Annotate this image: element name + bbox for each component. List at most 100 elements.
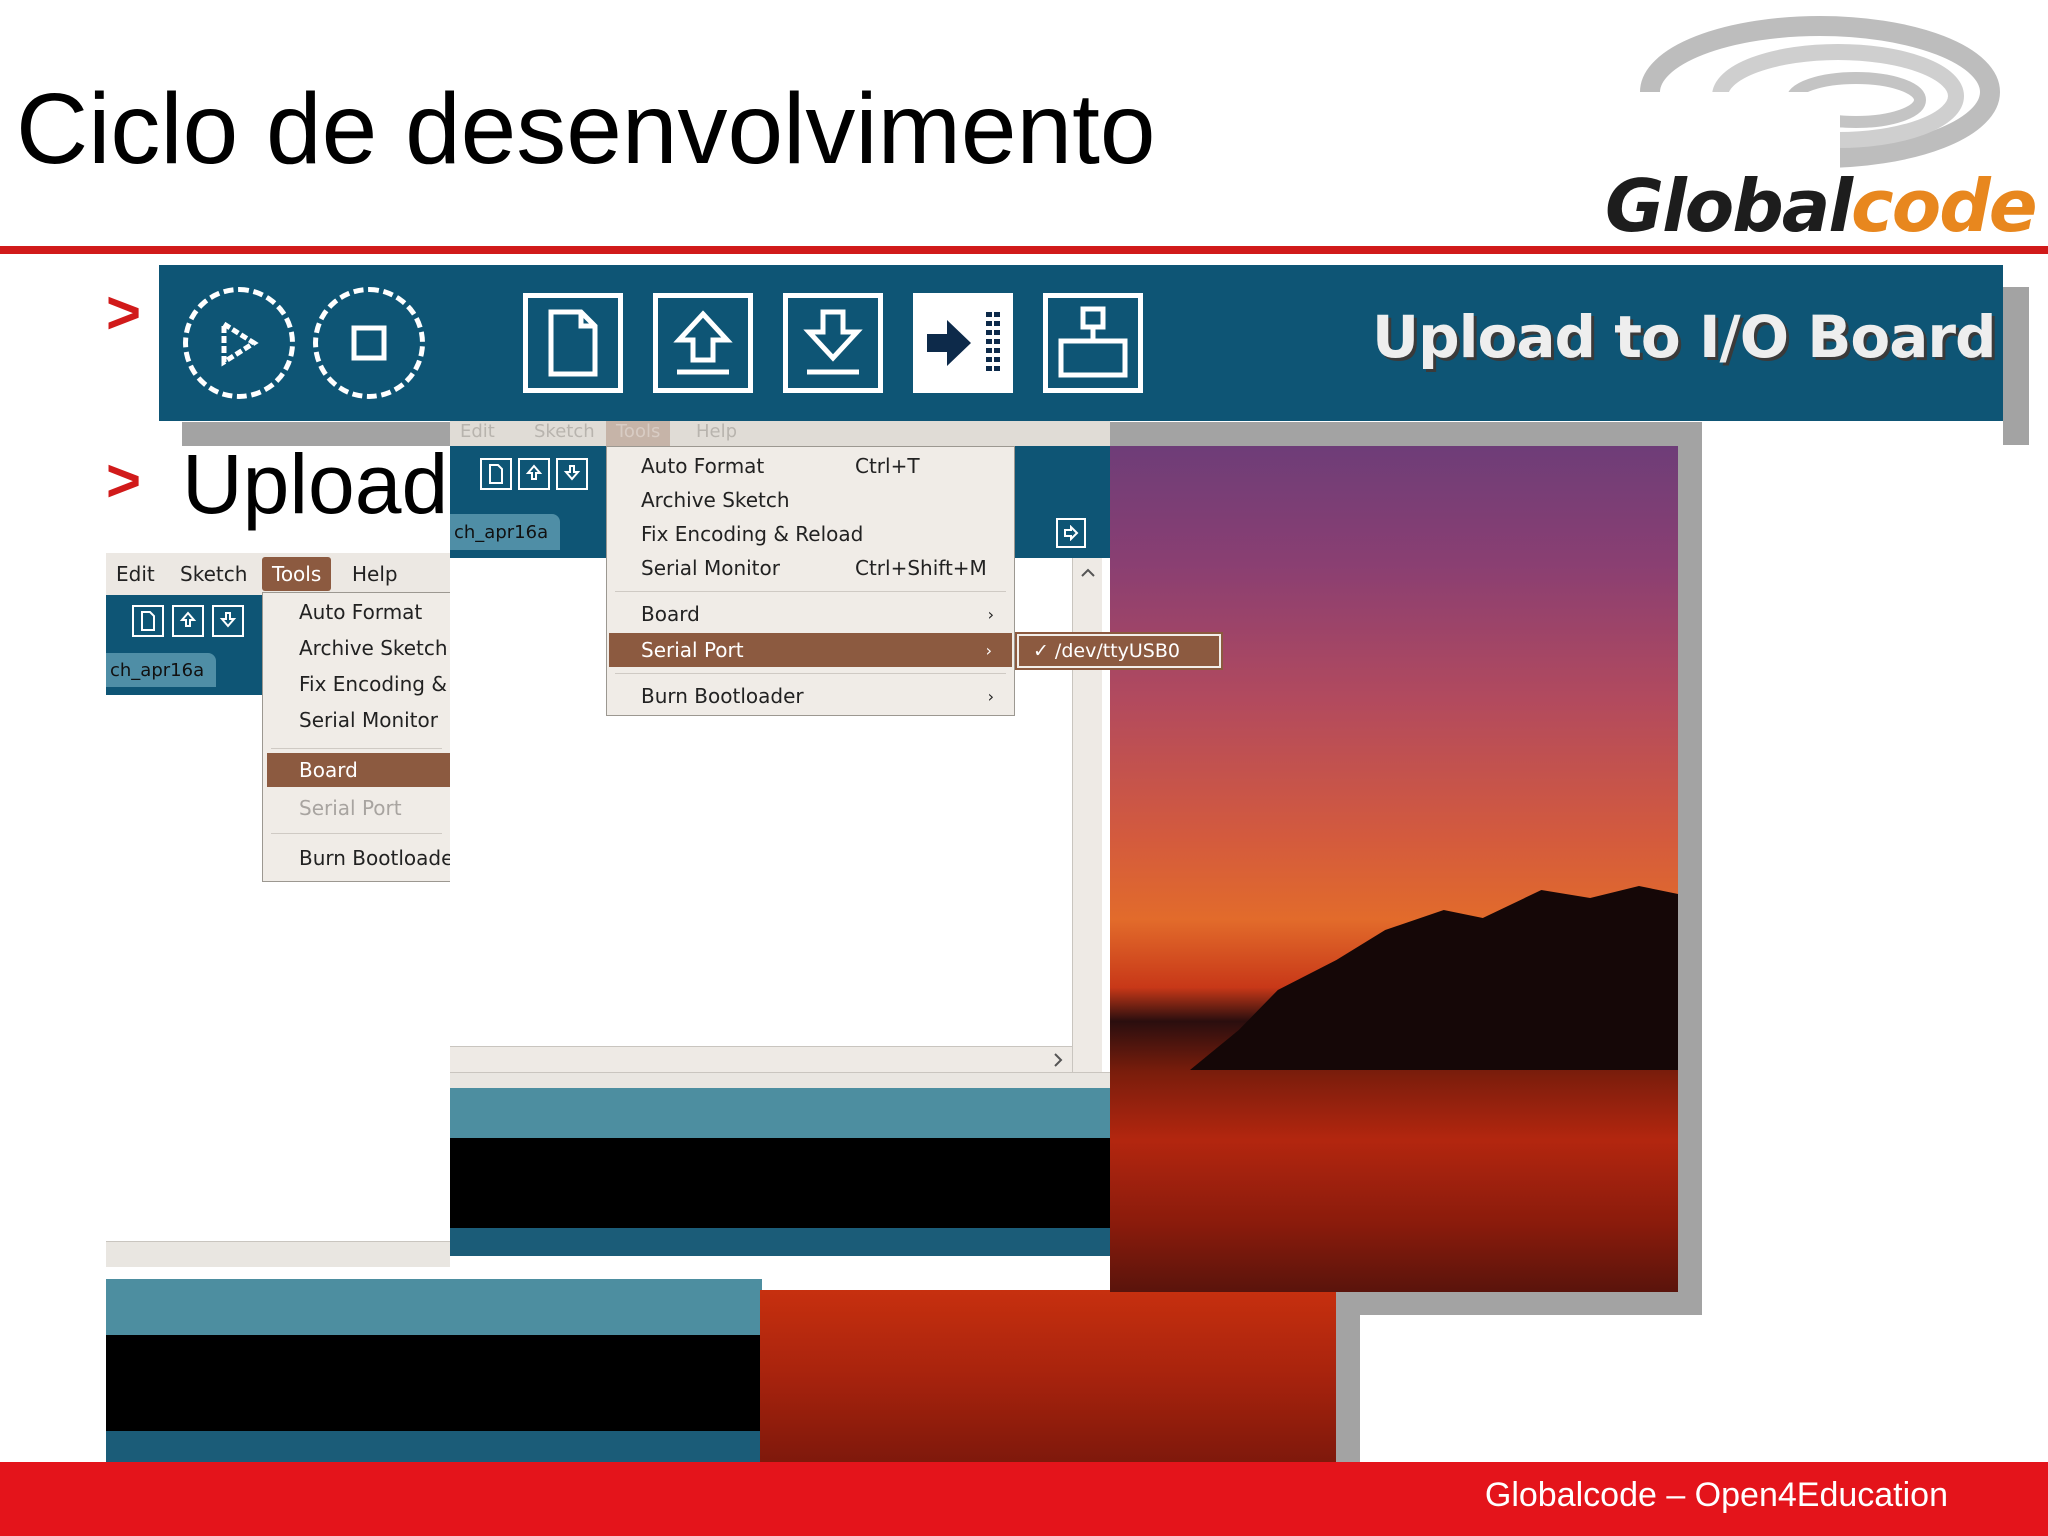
back-menu-item-archive-sketch[interactable]: Archive Sketch bbox=[263, 631, 450, 665]
front-divider[interactable] bbox=[450, 1072, 1110, 1088]
menu-separator bbox=[615, 591, 1006, 592]
back-sketch-tab[interactable]: ch_apr16a bbox=[106, 653, 216, 687]
menu-separator bbox=[615, 673, 1006, 674]
menu-item-label: Auto Format bbox=[299, 600, 423, 624]
back-menu-tools[interactable]: Tools bbox=[262, 557, 332, 591]
back-status-area bbox=[450, 1279, 762, 1335]
banner-shadow bbox=[2003, 287, 2029, 445]
submenu-arrow-icon: › bbox=[985, 640, 992, 660]
save-icon bbox=[219, 612, 237, 628]
tab-menu-button[interactable] bbox=[1056, 518, 1086, 548]
back-save-button[interactable] bbox=[212, 605, 244, 637]
menu-item-label: Auto Format bbox=[641, 454, 765, 478]
menu-separator bbox=[271, 833, 442, 834]
menu-item-label: Serial Monitor bbox=[299, 708, 438, 732]
back-toolbar: ch_apr16a bbox=[106, 595, 262, 695]
front-tools-menu: Auto Format Ctrl+T Archive Sketch Fix En… bbox=[606, 446, 1015, 716]
open-button[interactable] bbox=[653, 293, 753, 393]
tab-arrow-icon bbox=[1064, 525, 1079, 541]
verify-button[interactable] bbox=[183, 287, 295, 399]
menu-item-fix-encoding[interactable]: Fix Encoding & Reload bbox=[607, 517, 1014, 551]
menu-item-auto-format[interactable]: Auto Format Ctrl+T bbox=[607, 449, 1014, 483]
check-icon: ✓ bbox=[1033, 640, 1049, 662]
back-menu-item-fix-encoding[interactable]: Fix Encoding & F bbox=[263, 667, 465, 701]
menu-item-label: Fix Encoding & F bbox=[299, 672, 465, 696]
front-new-button[interactable] bbox=[480, 458, 512, 490]
zoomed-toolbar: Upload to I/O Board bbox=[159, 265, 2003, 421]
save-button[interactable] bbox=[783, 293, 883, 393]
menu-item-label: Board bbox=[299, 758, 358, 782]
back-new-button[interactable] bbox=[132, 605, 164, 637]
scroll-up-icon bbox=[1081, 568, 1095, 577]
back-menu-item-serial-monitor[interactable]: Serial Monitor bbox=[263, 703, 450, 737]
menu-item-label: Archive Sketch bbox=[641, 488, 790, 512]
back-menu-item-auto-format[interactable]: Auto Format bbox=[263, 595, 450, 629]
menu-item-label: Serial Port bbox=[641, 638, 744, 662]
menu-item-serial-port[interactable]: Serial Port › bbox=[609, 633, 1012, 667]
title-divider bbox=[0, 246, 2048, 254]
menu-item-label: Burn Bootloader bbox=[299, 846, 462, 870]
back-menu-help[interactable]: Help bbox=[342, 553, 408, 595]
stop-button[interactable] bbox=[313, 287, 425, 399]
bullet-marker-1: > bbox=[106, 279, 142, 346]
editor-horizontal-scrollbar[interactable] bbox=[450, 1046, 1072, 1072]
menu-item-burn-bootloader[interactable]: Burn Bootloader › bbox=[607, 679, 1014, 713]
back-console bbox=[450, 1335, 762, 1431]
back-menubar: Edit Sketch Tools Help bbox=[106, 553, 450, 595]
serial-port-ttyusb0[interactable]: ✓ /dev/ttyUSB0 bbox=[1019, 636, 1219, 666]
bullet-marker-2: > bbox=[106, 447, 142, 514]
slide-footer: Globalcode – Open4Education bbox=[0, 1462, 2048, 1536]
bullet-text-upload: Upload bbox=[182, 437, 449, 531]
back-status-area bbox=[106, 1279, 450, 1335]
footer-text: Globalcode – Open4Education bbox=[1484, 1476, 1948, 1514]
menu-item-serial-monitor[interactable]: Serial Monitor Ctrl+Shift+M bbox=[607, 551, 1014, 585]
back-statusbar bbox=[106, 1431, 450, 1463]
back-open-button[interactable] bbox=[172, 605, 204, 637]
new-file-icon bbox=[141, 611, 155, 631]
open-icon bbox=[525, 464, 543, 480]
save-icon bbox=[563, 465, 581, 481]
menu-item-board[interactable]: Board › bbox=[607, 597, 1014, 631]
serial-monitor-icon bbox=[1058, 306, 1128, 378]
open-icon bbox=[179, 611, 197, 627]
menu-separator bbox=[271, 748, 442, 749]
serial-port-submenu: ✓ /dev/ttyUSB0 bbox=[1015, 632, 1223, 670]
upload-icon bbox=[927, 312, 1000, 374]
menu-item-shortcut: Ctrl+T bbox=[855, 454, 920, 478]
open-icon bbox=[673, 310, 733, 375]
new-file-icon bbox=[548, 309, 598, 377]
slide-title: Ciclo de desenvolvimento bbox=[16, 73, 1156, 185]
logo-part-global: Global bbox=[1605, 164, 1853, 248]
sunset-background-image bbox=[1110, 446, 1678, 1292]
front-statusbar bbox=[450, 1228, 1110, 1256]
menu-item-shortcut: Ctrl+Shift+M bbox=[855, 556, 987, 580]
submenu-arrow-icon: › bbox=[987, 686, 994, 706]
save-icon bbox=[803, 309, 863, 375]
back-menu-sketch[interactable]: Sketch bbox=[170, 553, 257, 595]
play-icon bbox=[221, 319, 259, 367]
back-menu-item-serial-port: Serial Port bbox=[263, 791, 450, 825]
stop-icon bbox=[351, 325, 387, 361]
menu-item-archive-sketch[interactable]: Archive Sketch bbox=[607, 483, 1014, 517]
back-menu-edit[interactable]: Edit bbox=[106, 553, 165, 595]
new-button[interactable] bbox=[523, 293, 623, 393]
menu-item-label: Board bbox=[641, 602, 700, 626]
menu-item-label: Archive Sketch bbox=[299, 636, 448, 660]
upload-button[interactable] bbox=[913, 293, 1013, 393]
front-sketch-tab[interactable]: ch_apr16a bbox=[450, 514, 560, 550]
logo-wordmark: Globalcode bbox=[1605, 164, 2038, 248]
serial-monitor-button[interactable] bbox=[1043, 293, 1143, 393]
menu-item-label: Burn Bootloader bbox=[641, 684, 804, 708]
menu-item-label: Serial Monitor bbox=[641, 556, 780, 580]
front-console bbox=[450, 1138, 1110, 1228]
front-open-button[interactable] bbox=[518, 458, 550, 490]
back-divider[interactable] bbox=[106, 1241, 450, 1267]
new-file-icon bbox=[489, 464, 503, 484]
globalcode-logo: Globalcode bbox=[1600, 14, 2040, 250]
front-save-button[interactable] bbox=[556, 458, 588, 490]
back-menu-item-burn-bootloader[interactable]: Burn Bootloader bbox=[263, 841, 462, 875]
menu-item-label: Fix Encoding & Reload bbox=[641, 522, 864, 546]
back-menu-item-board[interactable]: Board bbox=[267, 753, 450, 787]
scroll-right-icon bbox=[1054, 1053, 1063, 1067]
window-shadow bbox=[1678, 430, 1702, 1315]
